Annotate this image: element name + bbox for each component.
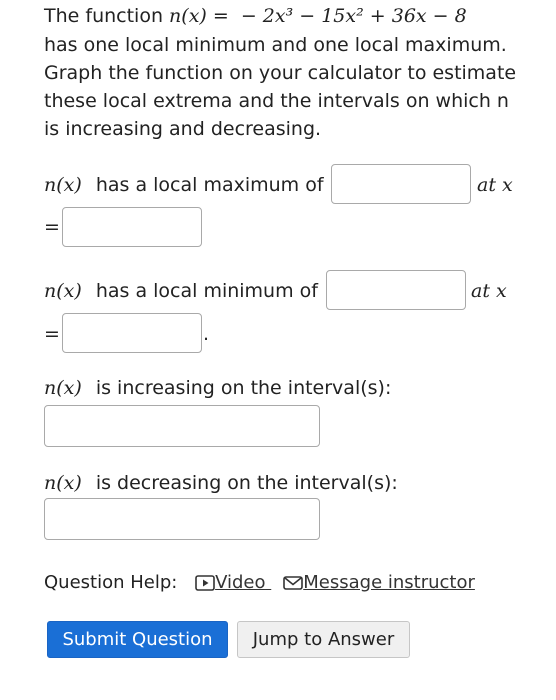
video-link-label: Video: [215, 572, 266, 593]
local-max-label: n(x) has a local maximum of: [44, 171, 324, 199]
envelope-icon: [283, 576, 304, 590]
submit-question-label: Submit Question: [62, 629, 213, 650]
local-min-value-input[interactable]: [326, 270, 466, 310]
local-max-x-input[interactable]: [62, 207, 202, 247]
play-icon: [195, 575, 215, 591]
equals-sign: =: [44, 323, 60, 345]
at-x-label: at x: [477, 174, 513, 196]
message-instructor-link[interactable]: Message instructor: [283, 572, 475, 593]
function-name: n(x): [44, 174, 82, 196]
question-line-4: these local extrema and the intervals on…: [44, 90, 509, 112]
local-min-text: has a local minimum of: [95, 280, 318, 302]
decreasing-label: n(x) is decreasing on the interval(s):: [44, 469, 398, 497]
question-prefix: The function: [44, 5, 163, 27]
decreasing-interval-input[interactable]: [44, 498, 320, 540]
submit-question-button[interactable]: Submit Question: [47, 621, 228, 658]
increasing-interval-input[interactable]: [44, 405, 320, 447]
local-min-x-input[interactable]: [62, 313, 202, 353]
question-help-label: Question Help:: [44, 572, 178, 593]
function-rhs: − 2x³ − 15x² + 36x − 8: [240, 5, 467, 27]
video-link[interactable]: Video: [195, 572, 271, 593]
increasing-text: is increasing on the interval(s):: [95, 377, 392, 399]
equals-sign: =: [44, 216, 60, 238]
question-line-2: has one local minimum and one local maxi…: [44, 34, 507, 56]
function-name: n(x): [44, 472, 82, 494]
local-max-text: has a local maximum of: [95, 174, 324, 196]
question-line-5: is increasing and decreasing.: [44, 118, 322, 140]
trailing-period: .: [203, 323, 210, 345]
function-name: n(x): [44, 377, 82, 399]
question-help: Question Help: Video Message instructor: [44, 572, 475, 593]
at-x-label: at x: [471, 280, 507, 302]
jump-to-answer-button[interactable]: Jump to Answer: [237, 621, 410, 658]
question-line-3: Graph the function on your calculator to…: [44, 62, 517, 84]
increasing-label: n(x) is increasing on the interval(s):: [44, 374, 391, 402]
local-min-label: n(x) has a local minimum of: [44, 277, 318, 305]
local-max-value-input[interactable]: [331, 164, 471, 204]
question-line-1: The function n(x) = − 2x³ − 15x² + 36x −…: [44, 2, 467, 30]
decreasing-text: is decreasing on the interval(s):: [95, 472, 398, 494]
function-lhs: n(x) =: [169, 5, 229, 27]
jump-to-answer-label: Jump to Answer: [252, 629, 395, 650]
function-name: n(x): [44, 280, 82, 302]
message-instructor-label: Message instructor: [303, 572, 475, 593]
